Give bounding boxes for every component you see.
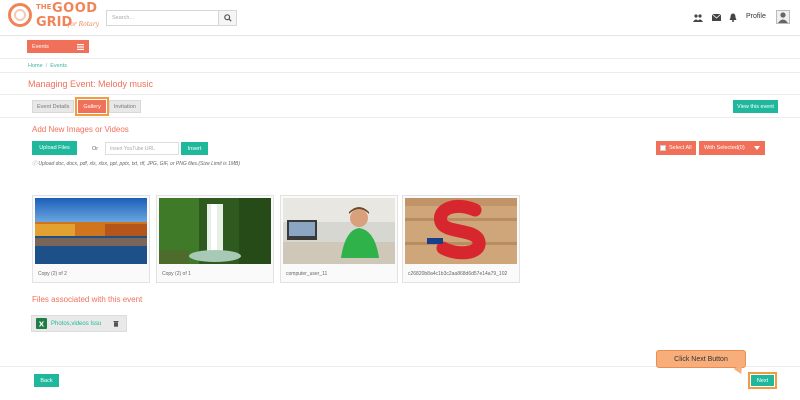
list-icon [77, 43, 84, 50]
event-tabs: Event Details Gallery Invitation [32, 97, 142, 116]
back-button[interactable]: Back [34, 374, 59, 387]
gallery-item[interactable]: Copy (2) of 1 [156, 195, 274, 283]
gallery-item[interactable]: computer_user_11 [280, 195, 398, 283]
divider [0, 94, 800, 95]
logo-sub-text: for Rotary [68, 21, 99, 28]
brand-logo[interactable]: THE GOOD GRID for Rotary [8, 1, 108, 33]
insert-button[interactable]: Insert [181, 142, 208, 155]
gallery-caption: Copy (2) of 2 [38, 271, 67, 277]
logo-the-text: THE [36, 3, 52, 11]
instruction-callout: Click Next Button [656, 350, 746, 368]
divider [0, 117, 800, 118]
gallery-caption: Copy (2) of 1 [162, 271, 191, 277]
bell-icon[interactable] [728, 13, 738, 22]
svg-text:X: X [39, 320, 45, 328]
next-button-highlight: Next [748, 372, 777, 389]
divider [0, 58, 800, 59]
select-all-button[interactable]: Select All [656, 141, 696, 155]
gallery-caption: c26820b8a4c1b3c2aa868d6d57e14a79_102 [408, 271, 508, 277]
next-button[interactable]: Next [751, 375, 774, 386]
avatar[interactable] [776, 10, 790, 24]
tab-event-details[interactable]: Event Details [32, 100, 75, 113]
search-button[interactable] [218, 10, 237, 26]
caret-down-icon [754, 146, 760, 150]
select-all-label: Select All [669, 145, 692, 151]
breadcrumb: Home / Events [28, 63, 67, 69]
upload-section-title: Add New Images or Videos [32, 125, 129, 134]
profile-link[interactable]: Profile [746, 13, 766, 20]
trash-icon[interactable] [113, 320, 119, 327]
view-event-button[interactable]: View this event [733, 100, 778, 113]
upload-files-button[interactable]: Upload Files [32, 141, 77, 155]
red-s-logo-image [405, 198, 517, 264]
logo-good-text: GOOD [52, 1, 98, 16]
gallery-caption: computer_user_11 [286, 271, 328, 277]
events-menu-label: Events [32, 43, 49, 50]
youtube-url-input[interactable]: Insert YouTube URL [105, 142, 179, 155]
envelope-icon[interactable] [711, 13, 721, 22]
user-icon [778, 12, 788, 23]
select-all-checkbox[interactable] [660, 145, 666, 151]
with-selected-dropdown[interactable]: With Selected(0) [699, 141, 765, 155]
with-selected-label: With Selected(0) [704, 145, 745, 151]
excel-file-icon: X [36, 318, 47, 329]
search-icon [223, 14, 232, 22]
events-menu-button[interactable]: Events [27, 40, 89, 53]
divider [0, 72, 800, 73]
page-title: Managing Event: Melody music [28, 79, 154, 89]
file-name-link[interactable]: Photos,videos Issu [51, 321, 101, 327]
lake-autumn-image [35, 198, 147, 264]
info-icon: ⓘ [32, 161, 38, 167]
breadcrumb-home[interactable]: Home [28, 63, 43, 69]
gallery-item[interactable]: c26820b8a4c1b3c2aa868d6d57e14a79_102 [402, 195, 520, 283]
gallery-item[interactable]: Copy (2) of 2 [32, 195, 150, 283]
tab-invitation[interactable]: Invitation [108, 100, 141, 113]
file-item[interactable]: X Photos,videos Issu [31, 315, 127, 332]
tab-gallery[interactable]: Gallery [75, 97, 109, 116]
upload-note: ⓘ Upload doc, docx, pdf, xls, xlsx, ppt,… [32, 160, 240, 167]
rotary-wheel-icon [8, 3, 32, 27]
users-icon[interactable] [693, 13, 703, 22]
top-navbar: THE GOOD GRID for Rotary Search... Profi… [0, 0, 800, 36]
breadcrumb-separator: / [45, 63, 48, 69]
search-input[interactable]: Search... [106, 10, 218, 26]
files-section-title: Files associated with this event [32, 295, 143, 304]
or-label: Or [92, 146, 99, 152]
waterfall-image [159, 198, 271, 264]
breadcrumb-events[interactable]: Events [50, 63, 67, 69]
computer-user-image [283, 198, 395, 264]
upload-note-text: Upload doc, docx, pdf, xls, xlsx, ppt, p… [38, 161, 241, 167]
logo-grid-text: GRID [36, 15, 73, 30]
